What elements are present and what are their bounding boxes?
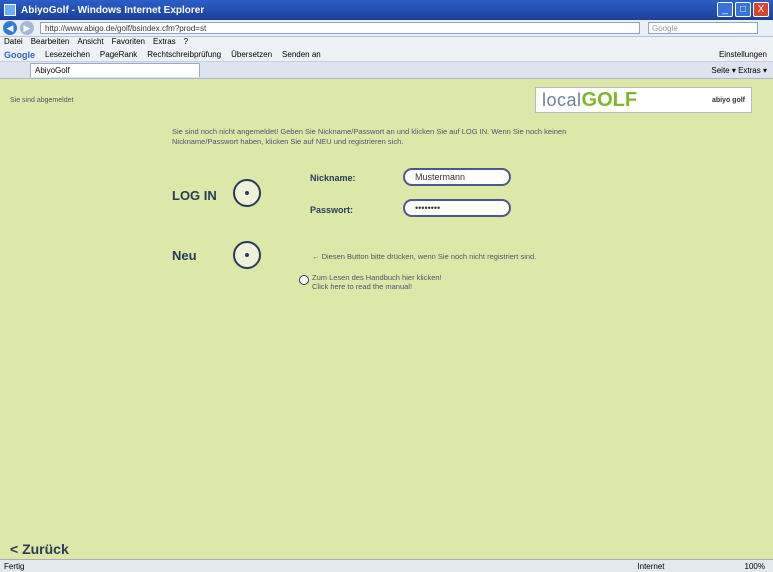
- login-button[interactable]: [233, 179, 261, 207]
- menu-tools[interactable]: Extras: [153, 37, 176, 48]
- tab-bar: AbiyoGolf Seite ▾ Extras ▾: [0, 62, 773, 79]
- intro-text: Sie sind noch nicht angemeldet! Geben Si…: [172, 127, 567, 146]
- status-text: Fertig: [4, 561, 25, 571]
- localgolf-logo: local GOLF abiyo golf: [535, 87, 752, 113]
- manual-text-en[interactable]: Click here to read the manual!: [312, 282, 442, 291]
- new-hint: ← Diesen Button bitte drücken, wenn Sie …: [312, 252, 537, 261]
- address-bar: ◀ ▶ http://www.abigo.de/golf/bsindex.cfm…: [0, 20, 773, 37]
- forward-arrow-icon[interactable]: ▶: [20, 21, 34, 35]
- maximize-button[interactable]: □: [735, 2, 751, 17]
- url-input[interactable]: http://www.abigo.de/golf/bsindex.cfm?pro…: [40, 22, 640, 34]
- search-input[interactable]: Google: [648, 22, 758, 34]
- back-arrow-icon[interactable]: ◀: [3, 21, 17, 35]
- page-content: Sie sind abgemeldet local GOLF abiyo gol…: [0, 79, 773, 559]
- logo-golf-text: GOLF: [581, 88, 638, 111]
- google-logo[interactable]: Google: [4, 50, 35, 60]
- manual-text-de[interactable]: Zum Lesen des Handbuch hier klicken!: [312, 273, 442, 282]
- toolbar-item-send[interactable]: Senden an: [282, 50, 321, 59]
- ie-icon: [4, 4, 16, 16]
- login-label: LOG IN: [172, 188, 217, 203]
- menu-edit[interactable]: Bearbeiten: [31, 37, 70, 48]
- menu-bar: Datei Bearbeiten Ansicht Favoriten Extra…: [0, 37, 773, 48]
- toolbar-item-pagerank[interactable]: PageRank: [100, 50, 137, 59]
- new-label: Neu: [172, 248, 197, 263]
- manual-link[interactable]: Zum Lesen des Handbuch hier klicken! Cli…: [312, 273, 442, 291]
- toolbar-item-bookmarks[interactable]: Lesezeichen: [45, 50, 90, 59]
- tab-abiyogolf[interactable]: AbiyoGolf: [30, 63, 200, 77]
- toolbar-item-spellcheck[interactable]: Rechtschreibprüfung: [147, 50, 221, 59]
- menu-favorites[interactable]: Favoriten: [112, 37, 145, 48]
- menu-view[interactable]: Ansicht: [77, 37, 103, 48]
- password-label: Passwort:: [310, 205, 354, 215]
- logo-tag: abiyo golf: [711, 96, 745, 104]
- nickname-label: Nickname:: [310, 173, 356, 183]
- logo-local-text: local: [542, 89, 582, 110]
- status-bar: Fertig Internet 100%: [0, 559, 773, 572]
- window-title: AbiyoGolf - Windows Internet Explorer: [21, 4, 205, 16]
- toolbar-item-translate[interactable]: Übersetzen: [231, 50, 272, 59]
- manual-button[interactable]: [299, 275, 309, 285]
- back-link[interactable]: < Zurück: [10, 541, 69, 557]
- menu-file[interactable]: Datei: [4, 37, 23, 48]
- toolbar-settings[interactable]: Einstellungen: [719, 50, 767, 59]
- google-toolbar: Google Lesezeichen PageRank Rechtschreib…: [0, 48, 773, 62]
- menu-help[interactable]: ?: [184, 37, 188, 48]
- nickname-field[interactable]: Mustermann: [403, 168, 511, 186]
- minimize-button[interactable]: _: [717, 2, 733, 17]
- title-bar: AbiyoGolf - Windows Internet Explorer _ …: [0, 0, 773, 20]
- login-status: Sie sind abgemeldet: [10, 97, 74, 104]
- close-button[interactable]: X: [753, 2, 769, 17]
- new-button[interactable]: [233, 241, 261, 269]
- password-field[interactable]: ••••••••: [403, 199, 511, 217]
- security-zone: Internet: [637, 561, 665, 571]
- zoom-level[interactable]: 100%: [745, 562, 765, 571]
- tab-tools[interactable]: Seite ▾ Extras ▾: [711, 66, 767, 75]
